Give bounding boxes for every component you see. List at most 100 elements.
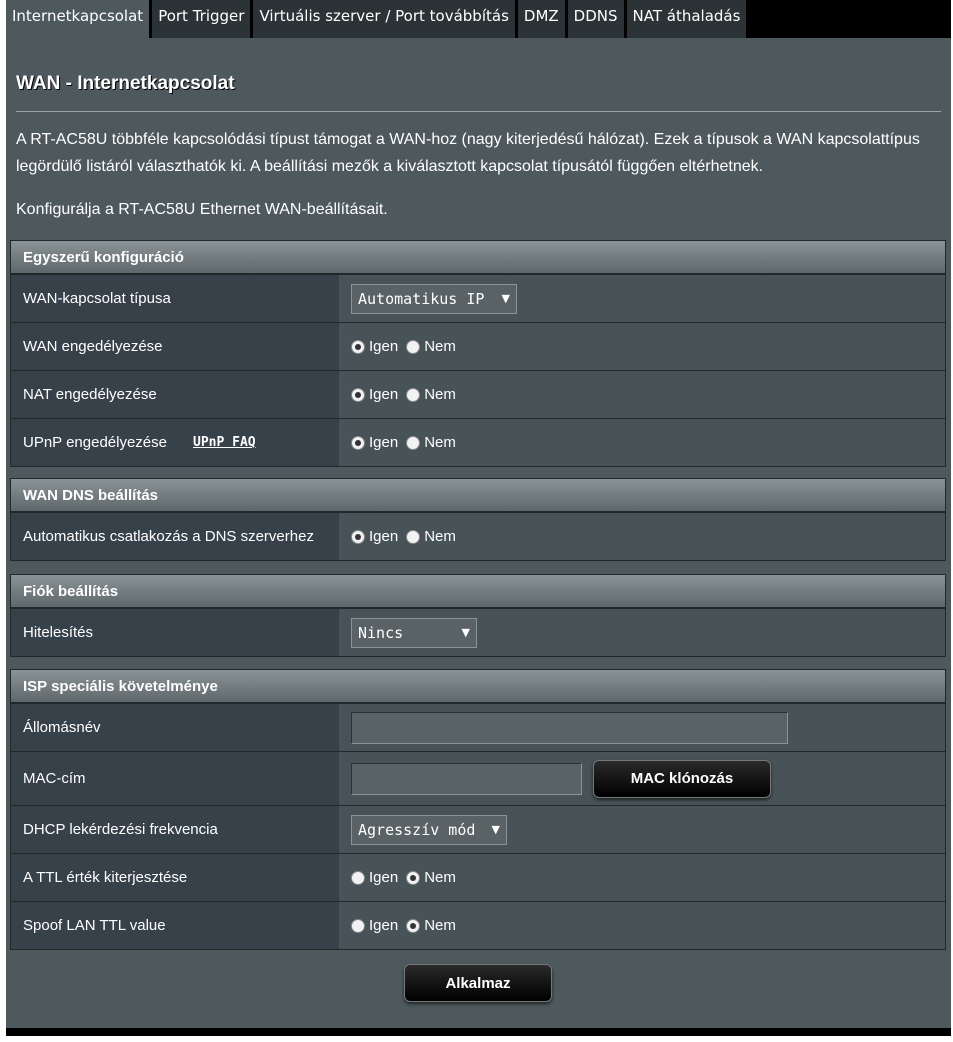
mac-clone-button[interactable]: MAC klónozás [593, 759, 771, 798]
radio-icon [351, 870, 365, 885]
row-value: Igen Nem [339, 902, 945, 949]
section-isp: ISP speciális követelménye Állomásnév MA… [10, 669, 946, 950]
row-label: NAT engedélyezése [11, 371, 339, 418]
section-header: ISP speciális követelménye [11, 670, 945, 703]
row-value: Igen Nem [339, 854, 945, 901]
wan-type-select[interactable]: Automatikus IP ▼ [351, 283, 517, 314]
row-auto-dns: Automatikus csatlakozás a DNS szerverhez… [11, 512, 945, 560]
row-label: WAN engedélyezése [11, 323, 339, 370]
hostname-input[interactable] [351, 711, 788, 744]
row-label: Automatikus csatlakozás a DNS szerverhez [11, 513, 339, 560]
radio-icon [406, 387, 421, 402]
radio-icon [406, 529, 421, 544]
radio-label: Igen [369, 386, 399, 403]
select-value: Automatikus IP [358, 289, 485, 308]
radio-label: Nem [424, 434, 456, 451]
section-header: WAN DNS beállítás [11, 479, 945, 512]
radio-label: Igen [369, 917, 399, 934]
main-frame: Internetkapcsolat Port Trigger Virtuális… [6, 0, 951, 1036]
row-label: DHCP lekérdezési frekvencia [11, 806, 339, 853]
page-description-config: Konfigurálja a RT-AC58U Ethernet WAN-beá… [16, 201, 388, 218]
radio-label: Nem [424, 869, 456, 886]
upnp-enable-no-radio[interactable]: Nem [406, 434, 456, 451]
row-value: Igen Nem [339, 419, 945, 466]
row-spoof-ttl: Spoof LAN TTL value Igen Nem [11, 901, 945, 949]
row-value: Igen Nem [339, 371, 945, 418]
radio-icon [351, 918, 365, 933]
radio-icon [351, 529, 365, 544]
tab-dmz[interactable]: DMZ [517, 0, 568, 38]
select-value: Agresszív mód [358, 820, 476, 839]
radio-icon [406, 339, 421, 354]
radio-label: Igen [369, 869, 399, 886]
row-dhcp-frequency: DHCP lekérdezési frekvencia Agresszív mó… [11, 805, 945, 853]
chevron-down-icon: ▼ [501, 292, 510, 305]
auto-dns-yes-radio[interactable]: Igen [351, 528, 398, 545]
tab-port-trigger[interactable]: Port Trigger [152, 0, 254, 38]
row-value: Nincs ▼ [339, 609, 945, 656]
section-header: Egyszerű konfiguráció [11, 241, 945, 274]
auto-dns-no-radio[interactable]: Nem [406, 528, 456, 545]
row-value: Automatikus IP ▼ [339, 275, 945, 322]
page-title: WAN - Internetkapcsolat [16, 73, 235, 94]
spoof-ttl-no-radio[interactable]: Nem [406, 917, 456, 934]
nat-enable-yes-radio[interactable]: Igen [351, 386, 398, 403]
radio-icon [406, 435, 421, 450]
chevron-down-icon: ▼ [491, 823, 500, 836]
wan-enable-no-radio[interactable]: Nem [406, 338, 456, 355]
row-label: Hitelesítés [11, 609, 339, 656]
section-wan-dns: WAN DNS beállítás Automatikus csatlakozá… [10, 478, 946, 561]
select-value: Nincs [358, 623, 404, 642]
radio-label: Nem [424, 528, 456, 545]
row-mac-address: MAC-cím MAC klónozás [11, 751, 945, 805]
radio-icon [351, 339, 365, 354]
row-value: Igen Nem [339, 323, 945, 370]
radio-label: Nem [424, 917, 456, 934]
tab-ddns[interactable]: DDNS [567, 0, 627, 38]
spoof-ttl-yes-radio[interactable]: Igen [351, 917, 398, 934]
radio-icon [351, 387, 365, 402]
radio-label: Igen [369, 338, 399, 355]
row-value [339, 704, 945, 751]
page-description: A RT-AC58U többféle kapcsolódási típust … [16, 131, 920, 175]
mac-address-input[interactable] [351, 762, 582, 795]
row-upnp-enable: UPnP engedélyezése UPnP FAQ Igen Nem [11, 418, 945, 466]
row-nat-enable: NAT engedélyezése Igen Nem [11, 370, 945, 418]
radio-label: Igen [369, 528, 399, 545]
upnp-enable-yes-radio[interactable]: Igen [351, 434, 398, 451]
row-label: A TTL érték kiterjesztése [11, 854, 339, 901]
section-account: Fiók beállítás Hitelesítés Nincs ▼ [10, 574, 946, 657]
ttl-extend-no-radio[interactable]: Nem [406, 869, 456, 886]
apply-button[interactable]: Alkalmaz [404, 964, 552, 1002]
bottom-bar [6, 1028, 951, 1036]
ttl-extend-yes-radio[interactable]: Igen [351, 869, 398, 886]
radio-icon [351, 435, 365, 450]
upnp-faq-link[interactable]: UPnP FAQ [193, 435, 256, 450]
row-ttl-extend: A TTL érték kiterjesztése Igen Nem [11, 853, 945, 901]
row-label: Állomásnév [11, 704, 339, 751]
radio-icon [406, 870, 421, 885]
tab-internet-connection[interactable]: Internetkapcsolat [6, 0, 153, 38]
row-label: Spoof LAN TTL value [11, 902, 339, 949]
authentication-select[interactable]: Nincs ▼ [351, 617, 477, 648]
radio-label: Nem [424, 386, 456, 403]
radio-icon [406, 918, 421, 933]
dhcp-frequency-select[interactable]: Agresszív mód ▼ [351, 814, 507, 845]
tab-bar: Internetkapcsolat Port Trigger Virtuális… [6, 0, 951, 38]
nat-enable-no-radio[interactable]: Nem [406, 386, 456, 403]
row-value: MAC klónozás [339, 752, 945, 805]
wan-enable-yes-radio[interactable]: Igen [351, 338, 398, 355]
row-label: UPnP engedélyezése UPnP FAQ [11, 419, 339, 466]
tab-virtual-server[interactable]: Virtuális szerver / Port továbbítás [253, 0, 518, 38]
row-value: Igen Nem [339, 513, 945, 560]
row-authentication: Hitelesítés Nincs ▼ [11, 608, 945, 656]
row-hostname: Állomásnév [11, 703, 945, 751]
row-value: Agresszív mód ▼ [339, 806, 945, 853]
row-label: MAC-cím [11, 752, 339, 805]
row-wan-type: WAN-kapcsolat típusa Automatikus IP ▼ [11, 274, 945, 322]
upnp-label: UPnP engedélyezése [23, 434, 167, 451]
section-header: Fiók beállítás [11, 575, 945, 608]
tab-nat-passthrough[interactable]: NAT áthaladás [626, 0, 750, 38]
section-basic-config: Egyszerű konfiguráció WAN-kapcsolat típu… [10, 240, 946, 467]
row-label: WAN-kapcsolat típusa [11, 275, 339, 322]
